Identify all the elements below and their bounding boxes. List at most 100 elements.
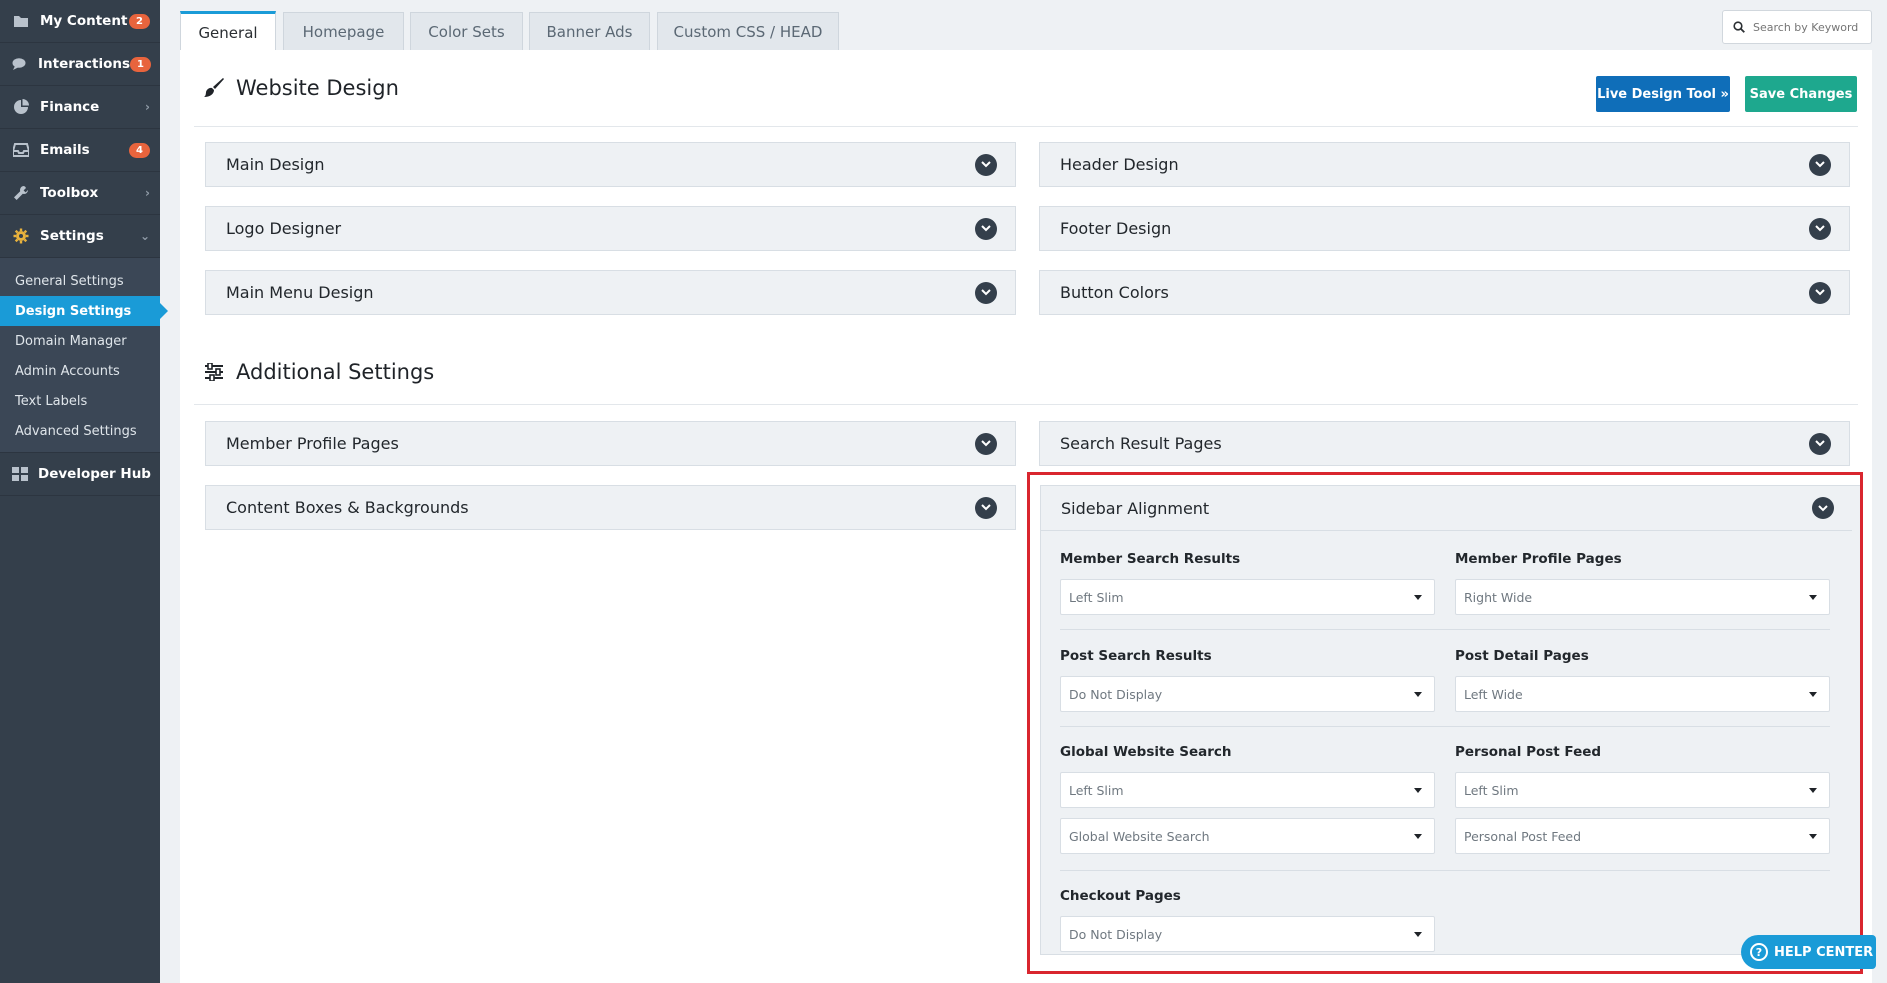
select-value: Global Website Search	[1069, 828, 1210, 844]
save-changes-button[interactable]: Save Changes	[1745, 76, 1857, 112]
accordion-sidebar-alignment[interactable]: Sidebar Alignment	[1041, 486, 1852, 531]
tab-bar: General Homepage Color Sets Banner Ads C…	[160, 0, 1887, 51]
chevron-right-icon: ›	[145, 100, 150, 114]
tab-homepage[interactable]: Homepage	[283, 12, 404, 50]
caret-down-icon	[1414, 833, 1422, 839]
notification-badge: 1	[130, 56, 151, 72]
select-member-profile-pages[interactable]: Right Wide	[1455, 579, 1830, 615]
accordion-button-colors[interactable]: Button Colors	[1039, 270, 1850, 315]
search-input[interactable]	[1753, 20, 1863, 34]
submenu-text-labels[interactable]: Text Labels	[0, 386, 160, 416]
gear-icon	[12, 227, 30, 245]
comments-icon	[12, 55, 28, 73]
submenu-domain-manager[interactable]: Domain Manager	[0, 326, 160, 356]
caret-down-icon	[1414, 931, 1422, 937]
submenu-general-settings[interactable]: General Settings	[0, 266, 160, 296]
field-label-personal-post-feed: Personal Post Feed	[1455, 744, 1602, 760]
website-design-heading: Website Design	[202, 76, 399, 100]
select-personal-post-feed[interactable]: Left Slim	[1455, 772, 1830, 808]
select-global-website-search[interactable]: Left Slim	[1060, 772, 1435, 808]
accordion-label: Content Boxes & Backgrounds	[226, 498, 469, 517]
question-icon: ?	[1750, 943, 1768, 961]
select-value: Personal Post Feed	[1464, 828, 1582, 844]
select-global-website-search-secondary[interactable]: Global Website Search	[1060, 818, 1435, 854]
search-box[interactable]	[1722, 10, 1872, 44]
accordion-search-result-pages[interactable]: Search Result Pages	[1039, 421, 1850, 466]
select-post-search-results[interactable]: Do Not Display	[1060, 676, 1435, 712]
accordion-member-profile-pages[interactable]: Member Profile Pages	[205, 421, 1016, 466]
caret-down-icon	[1809, 594, 1817, 600]
accordion-logo-designer[interactable]: Logo Designer	[205, 206, 1016, 251]
live-design-tool-button[interactable]: Live Design Tool »	[1596, 76, 1730, 112]
select-value: Left Slim	[1464, 782, 1519, 798]
help-center-button[interactable]: ? HELP CENTER	[1741, 935, 1876, 969]
sidebar-item-label: Toolbox	[40, 185, 99, 201]
caret-down-icon	[1414, 787, 1422, 793]
divider	[1060, 726, 1830, 727]
sidebar-item-label: Interactions	[38, 56, 131, 72]
tab-color-sets[interactable]: Color Sets	[410, 12, 523, 50]
additional-settings-heading: Additional Settings	[202, 360, 434, 384]
accordion-main-design[interactable]: Main Design	[205, 142, 1016, 187]
field-label-post-search-results: Post Search Results	[1060, 648, 1212, 664]
section-title: Website Design	[236, 76, 399, 100]
sidebar-item-finance[interactable]: Finance ›	[0, 86, 160, 129]
caret-down-icon	[1414, 594, 1422, 600]
divider	[194, 404, 1858, 405]
wrench-icon	[12, 184, 30, 202]
sidebar-item-developer-hub[interactable]: Developer Hub	[0, 453, 160, 496]
chevron-right-icon: ›	[145, 186, 150, 200]
field-label-member-search-results: Member Search Results	[1060, 551, 1241, 567]
select-post-detail-pages[interactable]: Left Wide	[1455, 676, 1830, 712]
sidebar-item-settings[interactable]: Settings ⌄	[0, 215, 160, 258]
caret-down-icon	[1809, 787, 1817, 793]
accordion-label: Button Colors	[1060, 283, 1169, 302]
paintbrush-icon	[202, 76, 226, 100]
chevron-down-icon	[975, 432, 997, 455]
select-personal-post-feed-secondary[interactable]: Personal Post Feed	[1455, 818, 1830, 854]
chevron-down-icon	[975, 217, 997, 240]
sidebar-item-label: Settings	[40, 228, 104, 244]
tab-custom-css-head[interactable]: Custom CSS / HEAD	[657, 12, 839, 50]
sidebar-item-my-content[interactable]: My Content 2	[0, 0, 160, 43]
search-icon	[1733, 18, 1745, 37]
chevron-down-icon	[975, 153, 997, 176]
accordion-label: Header Design	[1060, 155, 1179, 174]
chevron-down-icon	[1812, 497, 1834, 519]
accordion-label: Main Design	[226, 155, 325, 174]
field-label-global-website-search: Global Website Search	[1060, 744, 1232, 760]
select-checkout-pages[interactable]: Do Not Display	[1060, 916, 1435, 952]
caret-down-icon	[1809, 691, 1817, 697]
help-center-label: HELP CENTER	[1774, 944, 1874, 960]
tab-banner-ads[interactable]: Banner Ads	[529, 12, 650, 50]
submenu-design-settings[interactable]: Design Settings	[0, 296, 168, 326]
accordion-content-boxes-backgrounds[interactable]: Content Boxes & Backgrounds	[205, 485, 1016, 530]
chevron-down-icon	[1809, 153, 1831, 176]
grid-icon	[12, 465, 28, 483]
divider	[1060, 629, 1830, 630]
settings-submenu: General Settings Design Settings Domain …	[0, 258, 168, 453]
accordion-main-menu-design[interactable]: Main Menu Design	[205, 270, 1016, 315]
select-value: Do Not Display	[1069, 926, 1163, 942]
sidebar-item-toolbox[interactable]: Toolbox ›	[0, 172, 160, 215]
sidebar-item-interactions[interactable]: Interactions 1	[0, 43, 160, 86]
sidebar-item-emails[interactable]: Emails 4	[0, 129, 160, 172]
sidebar: My Content 2 Interactions 1 Finance › Em…	[0, 0, 168, 983]
main-panel: Website Design Live Design Tool » Save C…	[180, 50, 1872, 983]
caret-down-icon	[1809, 833, 1817, 839]
sliders-icon	[202, 360, 226, 384]
select-value: Do Not Display	[1069, 686, 1163, 702]
select-value: Right Wide	[1464, 589, 1533, 605]
field-label-checkout-pages: Checkout Pages	[1060, 888, 1181, 904]
submenu-admin-accounts[interactable]: Admin Accounts	[0, 356, 160, 386]
accordion-label: Sidebar Alignment	[1061, 498, 1210, 518]
chevron-down-icon	[975, 281, 997, 304]
select-member-search-results[interactable]: Left Slim	[1060, 579, 1435, 615]
tab-general[interactable]: General	[180, 11, 276, 51]
sidebar-item-label: Developer Hub	[38, 466, 151, 482]
accordion-footer-design[interactable]: Footer Design	[1039, 206, 1850, 251]
sidebar-alignment-panel: Sidebar Alignment Member Search Results …	[1040, 485, 1863, 955]
submenu-advanced-settings[interactable]: Advanced Settings	[0, 416, 160, 446]
folder-icon	[12, 12, 30, 30]
accordion-header-design[interactable]: Header Design	[1039, 142, 1850, 187]
